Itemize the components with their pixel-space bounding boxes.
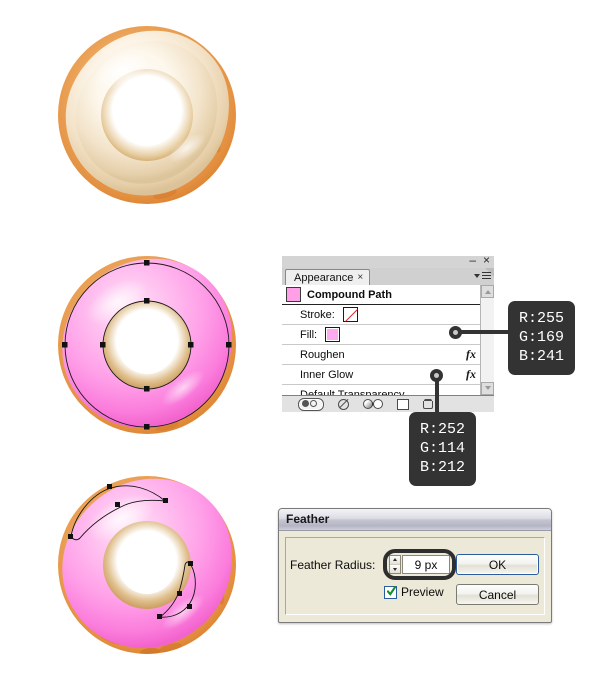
panel-scrollbar[interactable] [480, 285, 494, 395]
stepper-up-icon[interactable] [390, 556, 400, 565]
new-art-has-basic-appearance-toggle-icon[interactable] [298, 397, 324, 411]
feather-dialog-title: Feather [286, 512, 330, 526]
checkmark-icon [387, 585, 396, 596]
feather-radius-label: Feather Radius: [290, 558, 376, 572]
inner-glow-callout-g: G:114 [420, 440, 466, 457]
preview-label: Preview [401, 585, 444, 599]
appearance-row-stroke[interactable]: Stroke: [282, 305, 494, 325]
close-icon[interactable]: × [483, 254, 490, 266]
feather-dialog-body: Feather Radius: 9 px Preview OK Cancel [285, 537, 545, 615]
donut-pink-selected [55, 252, 240, 442]
tab-close-icon[interactable]: × [357, 273, 363, 283]
fill-callout-b: B:241 [519, 348, 565, 365]
feather-radius-input[interactable]: 9 px [402, 555, 450, 574]
tab-appearance-label: Appearance [294, 271, 354, 284]
feather-radius-stepper[interactable] [389, 555, 401, 574]
clear-appearance-icon[interactable] [338, 398, 349, 410]
stroke-label: Stroke: [300, 308, 335, 321]
feather-dialog-titlebar: Feather [279, 509, 551, 531]
appearance-row-inner-glow[interactable]: Inner Glow fx [282, 365, 494, 385]
appearance-row-roughen[interactable]: Roughen fx [282, 345, 494, 365]
donut-plain [55, 22, 240, 212]
hamburger-icon [482, 272, 491, 281]
fx-icon-inner-glow[interactable]: fx [466, 367, 476, 382]
scroll-down-arrow-icon[interactable] [481, 382, 494, 395]
duplicate-selected-item-icon[interactable] [397, 398, 409, 410]
fill-callout-g: G:169 [519, 329, 565, 346]
minimize-icon[interactable]: – [469, 254, 476, 266]
fill-callout-leader-line [454, 330, 508, 334]
fill-color-swatch-icon[interactable] [325, 327, 341, 342]
inner-glow-color-callout: R:252 G:114 B:212 [409, 412, 477, 486]
panel-footer-toolbar [282, 395, 494, 412]
panel-tab-row: Appearance × [282, 268, 494, 287]
stepper-down-icon[interactable] [390, 565, 400, 573]
fill-callout-anchor-node [449, 326, 462, 339]
appearance-panel[interactable]: – × Appearance × Compound Path Stroke: F… [282, 254, 494, 412]
donut-plain-svg [58, 26, 236, 204]
feather-dialog[interactable]: Feather Feather Radius: 9 px Preview OK … [278, 508, 552, 623]
scroll-up-arrow-icon[interactable] [481, 285, 494, 298]
fill-callout-r: R:255 [519, 310, 565, 327]
fill-label: Fill: [300, 328, 318, 341]
roughen-label: Roughen [300, 348, 345, 361]
donut-pink-highlights-svg [58, 476, 236, 654]
fill-color-callout: R:255 G:169 B:241 [508, 301, 576, 375]
fx-icon-roughen[interactable]: fx [466, 347, 476, 362]
reduce-to-basic-appearance-icon[interactable] [363, 398, 383, 410]
donut-pink-highlights [55, 472, 240, 662]
appearance-row-compound-path[interactable]: Compound Path [282, 285, 494, 305]
appearance-list: Compound Path Stroke: Fill: Roughen fx I… [282, 285, 494, 395]
preview-checkbox-row[interactable]: Preview [384, 585, 444, 599]
ok-button[interactable]: OK [456, 554, 539, 575]
compound-path-swatch-icon [286, 287, 301, 302]
panel-flyout-menu-icon[interactable] [470, 270, 492, 283]
donut-pink-selected-svg [58, 256, 236, 434]
appearance-row-fill[interactable]: Fill: [282, 325, 494, 345]
inner-glow-callout-b: B:212 [420, 459, 466, 476]
inner-glow-label: Inner Glow [300, 368, 354, 381]
cancel-button[interactable]: Cancel [456, 584, 539, 605]
delete-selected-item-icon[interactable] [423, 399, 433, 410]
stroke-none-swatch-icon[interactable] [342, 307, 358, 322]
preview-checkbox[interactable] [384, 585, 397, 599]
appearance-row-default-transparency[interactable]: Default Transparency [282, 385, 494, 395]
chevron-down-icon [474, 274, 480, 278]
inner-glow-callout-r: R:252 [420, 421, 466, 438]
compound-path-label: Compound Path [307, 288, 392, 301]
inner-glow-callout-anchor-node [430, 369, 443, 382]
